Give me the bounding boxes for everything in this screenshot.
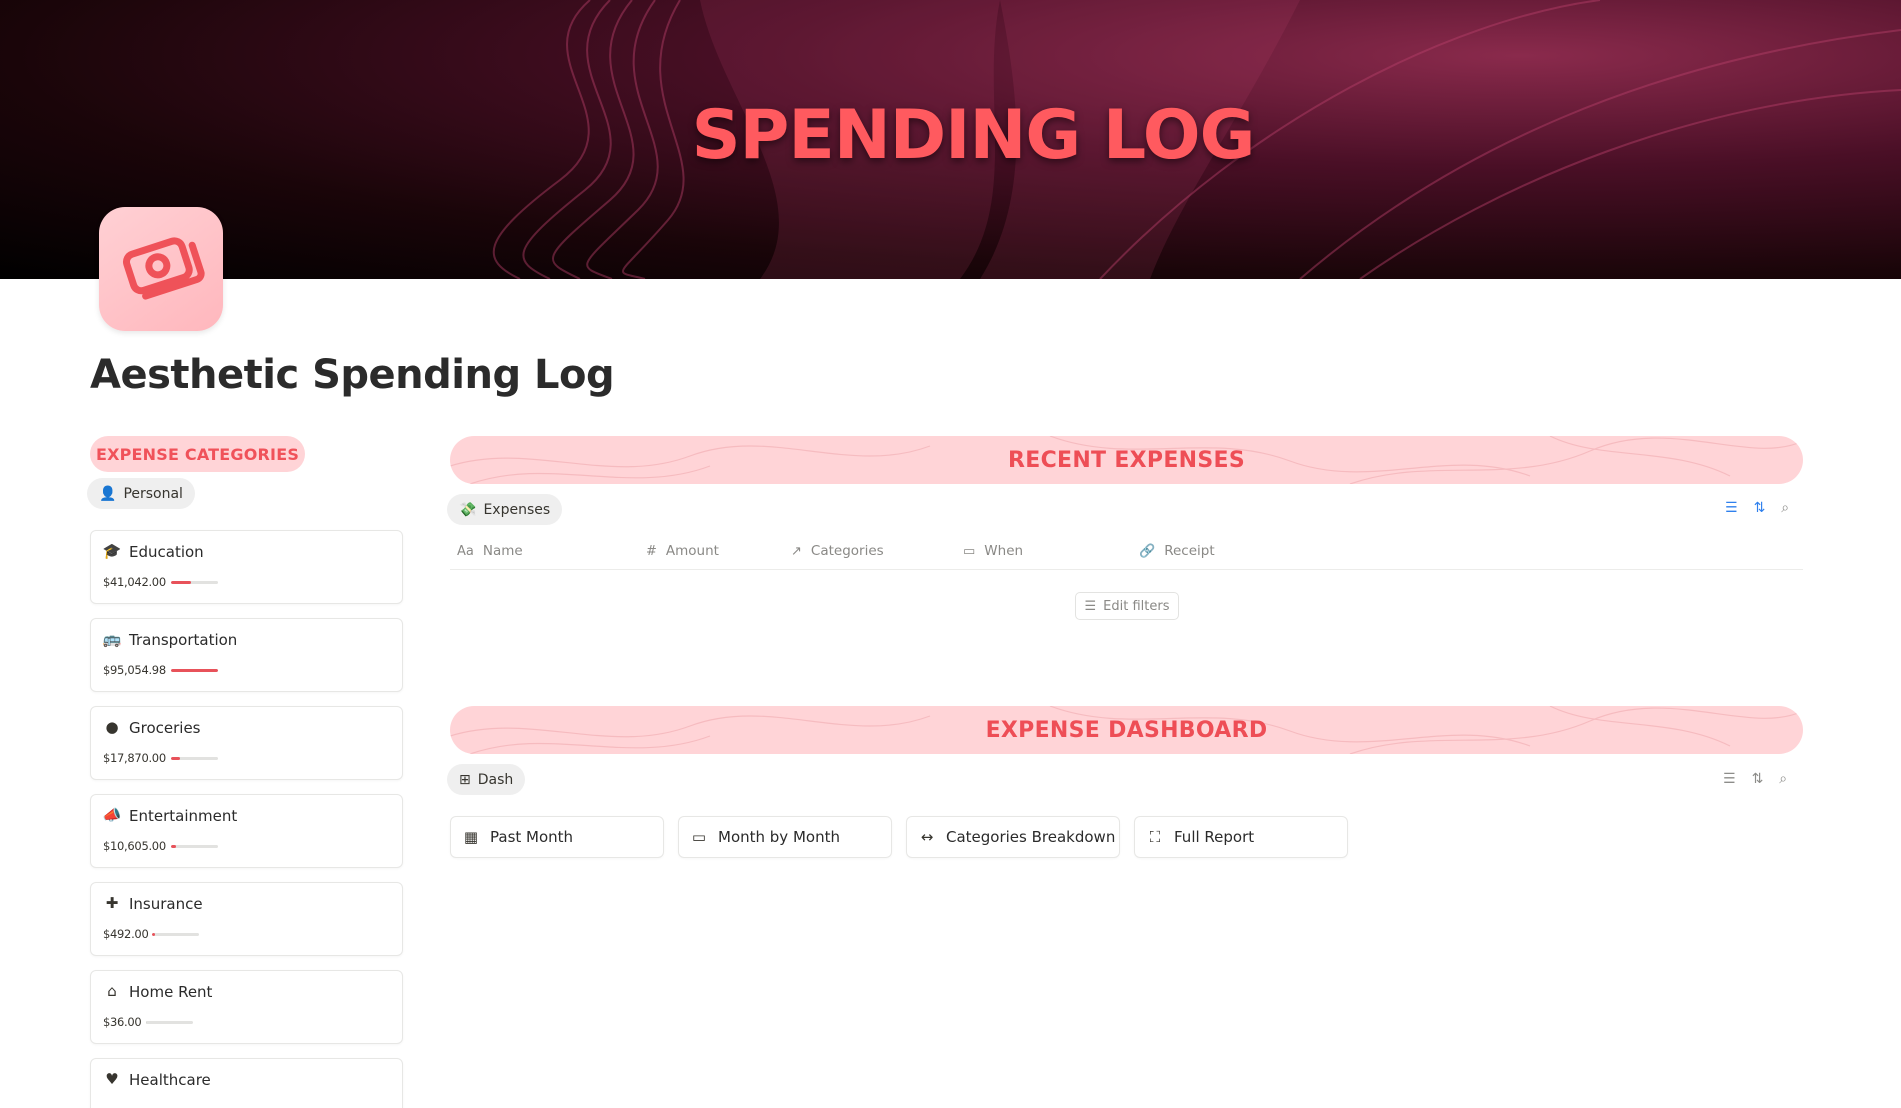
dashboard-button-label: Full Report <box>1174 828 1255 846</box>
category-name: Transportation <box>129 631 238 649</box>
category-amount: $41,042.00 <box>103 575 166 589</box>
filter-icon[interactable]: ☰ <box>1725 500 1738 516</box>
category-name: Education <box>129 543 204 561</box>
sort-icon[interactable]: ⇅ <box>1752 771 1764 787</box>
recent-toolbar: ☰ ⇅ ⌕ <box>1725 500 1789 516</box>
apple-icon: ● <box>105 718 119 736</box>
column-label: When <box>984 543 1024 559</box>
category-progress-bar <box>152 933 200 936</box>
category-progress-fill <box>152 933 156 936</box>
column-name[interactable]: Aa Name <box>457 543 523 559</box>
grid-icon: ⊞ <box>459 771 471 788</box>
column-categories[interactable]: ↗ Categories <box>791 543 884 559</box>
category-card[interactable]: 🎓 Education $41,042.00 <box>90 530 403 604</box>
bus-icon: 🚌 <box>102 630 122 648</box>
recent-expenses-header: RECENT EXPENSES <box>450 436 1803 484</box>
category-progress-fill <box>171 669 218 672</box>
cover-banner: SPENDING LOG <box>0 0 1901 279</box>
filter-icon[interactable]: ☰ <box>1723 771 1736 787</box>
link-icon: 🔗 <box>1139 543 1156 559</box>
category-progress-bar <box>171 581 218 584</box>
view-tab-dash[interactable]: ⊞ Dash <box>447 764 526 795</box>
category-card[interactable]: 🚌 Transportation $95,054.98 <box>90 618 403 692</box>
number-type-icon: # <box>646 543 657 559</box>
recent-expenses-title: RECENT EXPENSES <box>1008 447 1245 473</box>
column-receipt[interactable]: 🔗 Receipt <box>1139 543 1215 559</box>
search-icon[interactable]: ⌕ <box>1779 771 1787 787</box>
dashboard-button-month-by-month[interactable]: ▭ Month by Month <box>678 816 892 858</box>
category-name: Healthcare <box>129 1071 211 1089</box>
column-when[interactable]: ▭ When <box>963 543 1023 559</box>
category-amount: $36.00 <box>103 1015 142 1029</box>
house-icon: ⌂ <box>107 982 117 1000</box>
search-icon[interactable]: ⌕ <box>1781 500 1789 516</box>
sort-icon[interactable]: ⇅ <box>1754 500 1766 516</box>
category-progress-fill <box>171 581 191 584</box>
view-tab-label: Expenses <box>483 501 551 518</box>
column-label: Categories <box>810 543 884 559</box>
dashboard-toolbar: ☰ ⇅ ⌕ <box>1723 771 1787 787</box>
category-progress-bar <box>171 757 218 760</box>
category-card[interactable]: ⌂ Home Rent $36.00 <box>90 970 403 1044</box>
category-progress-fill <box>171 757 180 760</box>
column-label: Name <box>482 543 523 559</box>
person-icon: 👤 <box>99 485 117 502</box>
category-name: Entertainment <box>129 807 238 825</box>
column-label: Amount <box>665 543 719 559</box>
megaphone-icon: 📣 <box>102 806 122 824</box>
category-name: Insurance <box>129 895 203 913</box>
column-amount[interactable]: # Amount <box>646 543 719 559</box>
view-tab-expenses[interactable]: 💸 Expenses <box>447 494 563 525</box>
filter-icon: ☰ <box>1084 598 1097 614</box>
page-money-icon[interactable] <box>99 207 223 331</box>
heart-pulse-icon: ♥ <box>105 1070 119 1088</box>
category-progress-fill <box>171 845 176 848</box>
category-amount: $95,054.98 <box>103 663 166 677</box>
money-icon: 💸 <box>459 501 477 518</box>
calendar-icon: ▭ <box>691 828 707 846</box>
view-tab-personal[interactable]: 👤 Personal <box>87 478 195 509</box>
text-type-icon: Aa <box>457 543 474 559</box>
category-progress-fill <box>146 1021 148 1024</box>
relation-arrow-icon: ↗ <box>791 543 802 559</box>
category-progress-bar <box>171 669 218 672</box>
expense-dashboard-title: EXPENSE DASHBOARD <box>985 717 1268 743</box>
expand-icon: ⛶ <box>1149 828 1161 846</box>
dashboard-button-full-report[interactable]: ⛶ Full Report <box>1134 816 1348 858</box>
category-name: Groceries <box>129 719 201 737</box>
dashboard-button-label: Categories Breakdown <box>946 828 1116 846</box>
graduation-cap-icon: 🎓 <box>102 542 122 560</box>
view-tab-label: Personal <box>123 485 183 502</box>
view-tab-label: Dash <box>477 771 514 788</box>
category-card[interactable]: ♥ Healthcare <box>90 1058 403 1108</box>
dashboard-button-categories-breakdown[interactable]: ↔ Categories Breakdown <box>906 816 1120 858</box>
category-amount: $10,605.00 <box>103 839 166 853</box>
column-label: Receipt <box>1164 543 1215 559</box>
calendar-grid-icon: ▦ <box>463 828 479 846</box>
calendar-icon: ▭ <box>963 543 976 559</box>
arrows-horizontal-icon: ↔ <box>920 828 934 846</box>
table-column-headers: Aa Name # Amount ↗ Categories ▭ When 🔗 R… <box>450 540 1803 570</box>
category-progress-bar <box>171 845 218 848</box>
expense-dashboard-header: EXPENSE DASHBOARD <box>450 706 1803 754</box>
edit-filters-label: Edit filters <box>1103 598 1170 614</box>
category-progress-bar <box>146 1021 194 1024</box>
dashboard-button-past-month[interactable]: ▦ Past Month <box>450 816 664 858</box>
category-card[interactable]: 📣 Entertainment $10,605.00 <box>90 794 403 868</box>
dashboard-button-label: Past Month <box>490 828 574 846</box>
banner-title: SPENDING LOG <box>691 96 1256 175</box>
dashboard-button-label: Month by Month <box>718 828 840 846</box>
category-name: Home Rent <box>129 983 213 1001</box>
expense-categories-header: EXPENSE CATEGORIES <box>90 436 305 472</box>
plus-icon: ✚ <box>105 894 119 912</box>
category-card[interactable]: ✚ Insurance $492.00 <box>90 882 403 956</box>
category-card[interactable]: ● Groceries $17,870.00 <box>90 706 403 780</box>
category-amount: $17,870.00 <box>103 751 166 765</box>
money-bill-icon <box>122 237 205 300</box>
category-amount: $492.00 <box>103 927 149 941</box>
page-title: Aesthetic Spending Log <box>90 352 615 398</box>
edit-filters-button[interactable]: ☰ Edit filters <box>1075 592 1179 620</box>
